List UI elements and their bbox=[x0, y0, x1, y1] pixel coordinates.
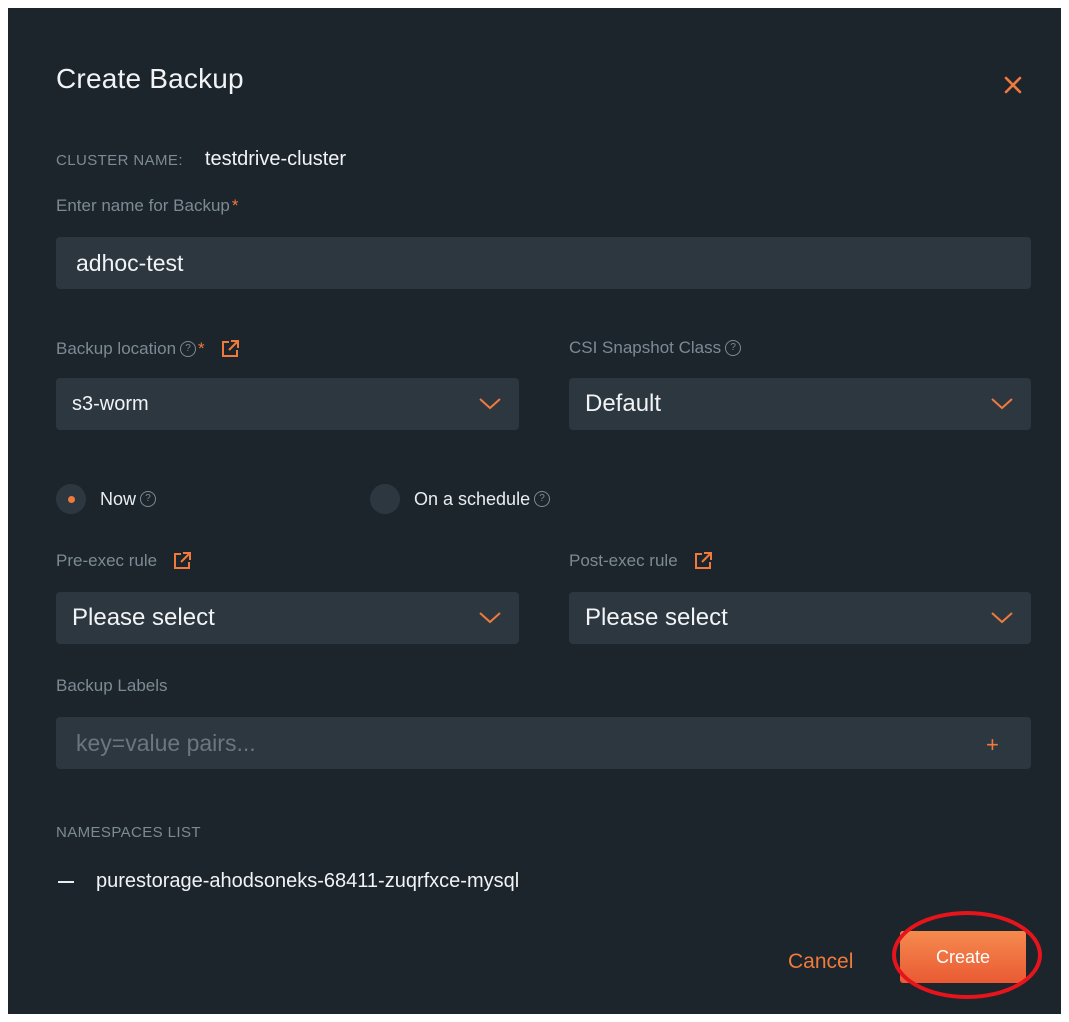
add-label-button[interactable]: + bbox=[986, 732, 999, 758]
post-exec-rule-value: Please select bbox=[585, 604, 728, 631]
csi-snapshot-class-label-row: CSI Snapshot Class ? bbox=[569, 338, 742, 358]
radio-on-a-schedule-label: On a schedule bbox=[414, 488, 531, 509]
backup-location-label: Backup location bbox=[56, 339, 177, 358]
create-backup-dialog: Create Backup CLUSTER NAME: testdrive-cl… bbox=[8, 8, 1061, 1014]
backup-labels-label-row: Backup Labels bbox=[56, 676, 168, 696]
namespaces-list-heading: NAMESPACES LIST bbox=[56, 824, 201, 841]
backup-location-label-row: Backup location ? * bbox=[56, 338, 241, 360]
chevron-down-icon bbox=[479, 398, 501, 410]
required-mark: * bbox=[231, 196, 239, 215]
radio-on-a-schedule[interactable]: On a schedule ? bbox=[370, 484, 551, 514]
create-button[interactable]: Create bbox=[900, 931, 1026, 983]
radio-now-label: Now bbox=[100, 488, 137, 509]
radio-now[interactable]: Now ? bbox=[56, 484, 157, 514]
backup-name-field[interactable] bbox=[56, 237, 1031, 289]
chevron-down-icon bbox=[479, 612, 501, 624]
radio-indicator[interactable] bbox=[370, 484, 400, 514]
help-icon[interactable]: ? bbox=[534, 491, 551, 507]
external-link-icon[interactable] bbox=[171, 550, 193, 572]
backup-labels-field[interactable] bbox=[56, 717, 1031, 769]
chevron-down-icon bbox=[991, 612, 1013, 624]
close-icon[interactable] bbox=[998, 70, 1028, 100]
backup-name-label-row: Enter name for Backup * bbox=[56, 196, 239, 216]
namespace-name: purestorage-ahodsoneks-68411-zuqrfxce-my… bbox=[96, 870, 520, 892]
external-link-icon[interactable] bbox=[692, 550, 714, 572]
dash-icon bbox=[58, 880, 74, 883]
radio-indicator-selected[interactable] bbox=[56, 484, 86, 514]
cluster-name-label: CLUSTER NAME: bbox=[56, 152, 183, 169]
external-link-icon[interactable] bbox=[219, 338, 241, 360]
pre-exec-rule-label: Pre-exec rule bbox=[56, 551, 158, 570]
cluster-name-value: testdrive-cluster bbox=[204, 148, 347, 170]
pre-exec-rule-value: Please select bbox=[72, 604, 215, 631]
required-mark: * bbox=[198, 339, 205, 358]
pre-exec-rule-label-row: Pre-exec rule bbox=[56, 550, 193, 572]
csi-snapshot-class-label: CSI Snapshot Class bbox=[569, 338, 722, 357]
backup-labels-input[interactable] bbox=[76, 729, 1031, 757]
post-exec-rule-label-row: Post-exec rule bbox=[569, 550, 714, 572]
pre-exec-rule-select[interactable]: Please select bbox=[56, 592, 519, 644]
post-exec-rule-label: Post-exec rule bbox=[569, 551, 678, 570]
list-item: purestorage-ahodsoneks-68411-zuqrfxce-my… bbox=[56, 870, 519, 893]
cancel-button[interactable]: Cancel bbox=[788, 950, 853, 974]
backup-name-label: Enter name for Backup bbox=[56, 196, 230, 215]
backup-name-input[interactable] bbox=[76, 249, 1031, 277]
backup-labels-label: Backup Labels bbox=[56, 676, 168, 695]
backup-location-value: s3-worm bbox=[72, 392, 149, 415]
help-icon[interactable]: ? bbox=[725, 340, 742, 356]
help-icon[interactable]: ? bbox=[180, 341, 197, 357]
dialog-title: Create Backup bbox=[56, 63, 244, 94]
backup-location-select[interactable]: s3-worm bbox=[56, 378, 519, 430]
cluster-name-row: CLUSTER NAME: testdrive-cluster bbox=[56, 148, 346, 171]
post-exec-rule-select[interactable]: Please select bbox=[569, 592, 1031, 644]
csi-snapshot-class-select[interactable]: Default bbox=[569, 378, 1031, 430]
help-icon[interactable]: ? bbox=[140, 491, 157, 507]
csi-snapshot-class-value: Default bbox=[585, 390, 662, 417]
chevron-down-icon bbox=[991, 398, 1013, 410]
